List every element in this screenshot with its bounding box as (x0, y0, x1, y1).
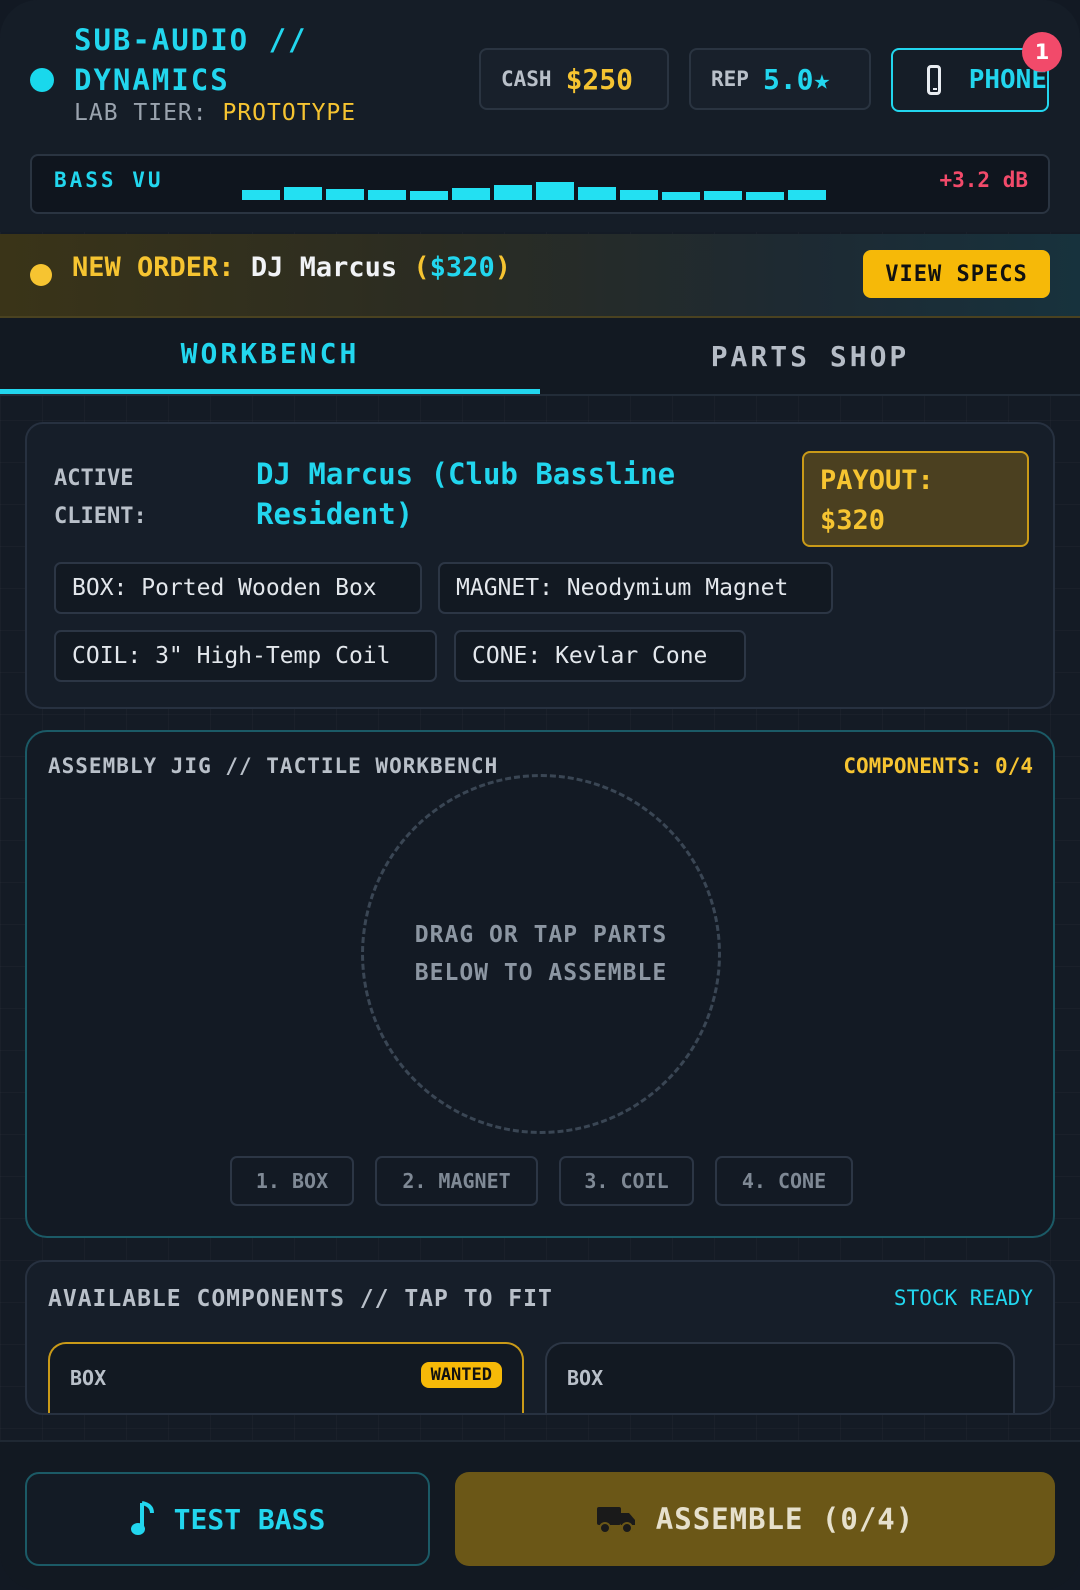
payout-label: PAYOUT: (820, 465, 934, 496)
rep-display: REP 5.0★ (689, 48, 871, 110)
vu-bar (242, 190, 280, 200)
part-label: BOX (70, 1366, 107, 1390)
order-prefix: NEW ORDER: (72, 252, 235, 283)
music-note-icon (130, 1501, 154, 1535)
assembly-jig: ASSEMBLY JIG // TACTILE WORKBENCH COMPON… (25, 730, 1055, 1238)
part-label: BOX (567, 1366, 604, 1390)
lab-tier: LAB TIER: PROTOTYPE (74, 100, 356, 126)
vu-bar (452, 188, 490, 200)
active-client-label: ACTIVE CLIENT: (54, 460, 147, 536)
vu-bar (662, 192, 700, 200)
app-frame: SUB-AUDIO // DYNAMICS LAB TIER: PROTOTYP… (0, 0, 1080, 1590)
wanted-badge: WANTED (420, 1362, 502, 1388)
spec-chip-coil: COIL: 3" High-Temp Coil (54, 630, 437, 682)
tab-workbench[interactable]: WORKBENCH (0, 318, 540, 394)
available-title: AVAILABLE COMPONENTS // TAP TO FIT (48, 1286, 553, 1312)
tab-bar: WORKBENCH PARTS SHOP (0, 318, 1080, 396)
vu-bar (620, 190, 658, 200)
brand-title: SUB-AUDIO // DYNAMICS (74, 20, 308, 100)
cash-display: CASH $250 (479, 48, 669, 110)
cash-value: $250 (565, 62, 634, 96)
vu-bar (284, 187, 322, 200)
tab-parts-shop[interactable]: PARTS SHOP (540, 318, 1080, 394)
order-client: DJ Marcus (250, 252, 398, 283)
order-text: NEW ORDER: DJ Marcus ($320) (72, 252, 511, 283)
assemble-button[interactable]: ASSEMBLE (0/4) (455, 1472, 1055, 1566)
vu-bar (494, 185, 532, 200)
vu-bar (326, 189, 364, 200)
client-name: DJ Marcus (Club Bassline Resident) (256, 454, 776, 534)
rep-value: 5.0★ (762, 62, 831, 96)
header: SUB-AUDIO // DYNAMICS LAB TIER: PROTOTYP… (0, 0, 1080, 232)
vu-bars (242, 182, 826, 200)
active-client-label-line-1: ACTIVE (54, 466, 134, 491)
view-specs-button[interactable]: VIEW SPECS (863, 250, 1050, 298)
active-client-label-line-2: CLIENT: (54, 504, 147, 529)
bass-vu-meter: BASS VU +3.2 dB (30, 154, 1050, 214)
stock-status: STOCK READY (893, 1286, 1033, 1310)
part-card-box-wanted[interactable]: BOX WANTED (48, 1342, 524, 1413)
components-count: COMPONENTS: 0/4 (843, 754, 1033, 778)
new-order-banner: NEW ORDER: DJ Marcus ($320) VIEW SPECS (0, 234, 1080, 318)
vu-bar (368, 190, 406, 200)
payout-value: $320 (820, 505, 886, 536)
vu-bar (578, 187, 616, 200)
order-alert-dot-icon (30, 264, 52, 286)
vu-label: BASS VU (54, 168, 164, 192)
truck-icon (596, 1507, 635, 1534)
vu-bar (704, 191, 742, 200)
action-bar: TEST BASS ASSEMBLE (0/4) (0, 1440, 1080, 1590)
assembly-drop-zone[interactable]: DRAG OR TAP PARTS BELOW TO ASSEMBLE (361, 774, 721, 1134)
client-name-line-2: Resident) (256, 497, 414, 531)
vu-db-readout: +3.2 dB (939, 168, 1028, 192)
slot-cone: 4. CONE (715, 1156, 853, 1206)
slot-box: 1. BOX (230, 1156, 354, 1206)
jig-title: ASSEMBLY JIG // TACTILE WORKBENCH (48, 754, 499, 778)
vu-bar (536, 182, 574, 200)
spec-chip-cone: CONE: Kevlar Cone (454, 630, 746, 682)
spec-chip-box: BOX: Ported Wooden Box (54, 562, 422, 614)
brand-line-2: DYNAMICS (74, 63, 230, 97)
vu-bar (410, 191, 448, 200)
slot-coil: 3. COIL (559, 1156, 694, 1206)
vu-bar (746, 192, 784, 200)
spec-chip-magnet: MAGNET: Neodymium Magnet (438, 562, 833, 614)
assemble-label: ASSEMBLE (0/4) (655, 1502, 915, 1536)
drop-hint-line-1: DRAG OR TAP PARTS (414, 922, 668, 948)
lab-tier-value: PROTOTYPE (222, 100, 357, 126)
lab-tier-label: LAB TIER: (74, 100, 208, 126)
drop-hint-line-2: BELOW TO ASSEMBLE (414, 960, 668, 986)
order-amount: $320 (429, 252, 495, 283)
client-card: ACTIVE CLIENT: DJ Marcus (Club Bassline … (25, 422, 1055, 709)
test-bass-button[interactable]: TEST BASS (25, 1472, 430, 1566)
rep-label: REP (711, 67, 749, 91)
available-components: AVAILABLE COMPONENTS // TAP TO FIT STOCK… (25, 1260, 1055, 1415)
vu-bar (788, 190, 826, 200)
status-dot-icon (30, 68, 54, 92)
phone-notification-badge: 1 (1022, 32, 1062, 72)
brand-line-1: SUB-AUDIO // (74, 23, 308, 57)
client-name-line-1: DJ Marcus (Club Bassline (256, 457, 676, 491)
slot-magnet: 2. MAGNET (375, 1156, 538, 1206)
phone-icon (927, 65, 941, 95)
cash-label: CASH (501, 67, 552, 91)
payout-box: PAYOUT: $320 (802, 451, 1029, 547)
part-card-box[interactable]: BOX (545, 1342, 1015, 1413)
test-bass-label: TEST BASS (173, 1502, 326, 1536)
